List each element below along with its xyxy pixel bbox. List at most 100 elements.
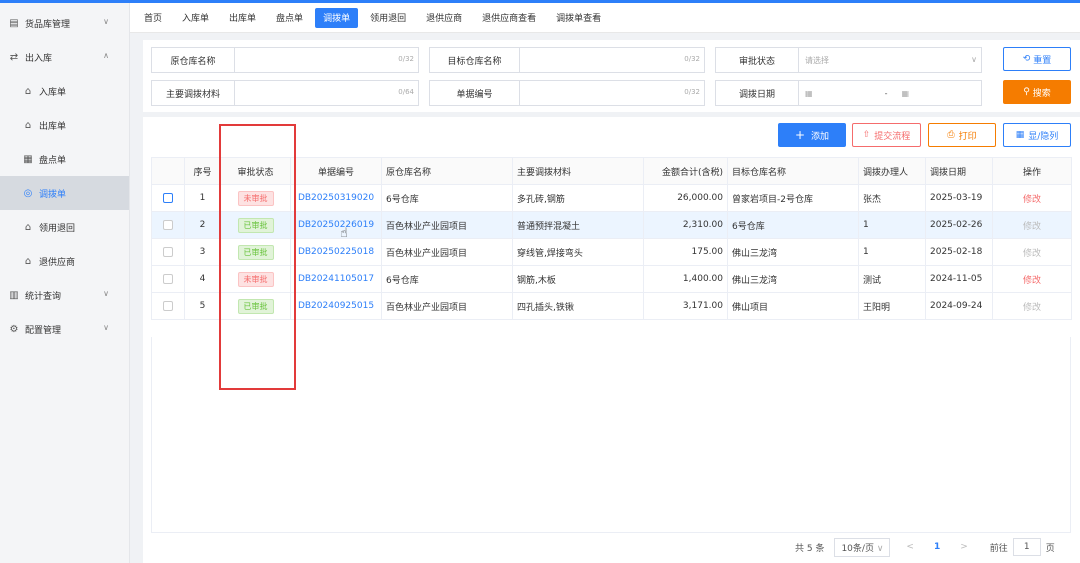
cell-src: 6号仓库 bbox=[381, 184, 513, 212]
toggle-columns-button[interactable]: ▦ 显/隐列 bbox=[1003, 123, 1071, 147]
edit-link[interactable]: 修改 bbox=[1023, 276, 1041, 286]
sidebar-item-inventory[interactable]: ▤ 货品库管理 ∨ bbox=[0, 6, 129, 40]
reset-button[interactable]: ⟲ 重置 bbox=[1003, 47, 1071, 71]
cell-src: 百色林业产业园项目 bbox=[381, 211, 513, 239]
sidebar: ▤ 货品库管理 ∨ ⇄ 出入库 ∧ ⌂ 入库单 ⌂ 出库单 ▦ 盘点单 ◎ 调拨… bbox=[0, 3, 130, 563]
checkbox-icon[interactable] bbox=[163, 246, 173, 257]
sidebar-item-label: 入库单 bbox=[39, 87, 67, 98]
total-count: 共 5 条 bbox=[795, 543, 825, 554]
material-input[interactable]: 0/64 bbox=[235, 81, 418, 105]
material-field[interactable]: 主要调拨材料 0/64 bbox=[151, 80, 419, 106]
tab-supplier-return[interactable]: 退供应商 bbox=[418, 8, 470, 28]
target-icon: ◎ bbox=[23, 187, 33, 199]
edit-link[interactable]: 修改 bbox=[1023, 249, 1041, 259]
field-label: 审批状态 bbox=[716, 48, 799, 72]
plus-icon: + bbox=[794, 128, 806, 142]
doc-no-input[interactable]: 0/32 bbox=[520, 81, 704, 105]
row-checkbox[interactable] bbox=[151, 265, 185, 293]
tab-transfer[interactable]: 调拨单 bbox=[315, 7, 359, 28]
cell-src: 百色林业产业园项目 bbox=[381, 238, 513, 266]
status-column-highlight bbox=[219, 124, 296, 390]
tab-outbound[interactable]: 出库单 bbox=[221, 8, 264, 28]
prev-page-button[interactable]: < bbox=[906, 542, 914, 552]
checkbox-icon[interactable] bbox=[163, 273, 173, 284]
add-button[interactable]: + 添加 bbox=[778, 123, 846, 147]
select-placeholder: 请选择 bbox=[805, 55, 829, 65]
checkbox-icon[interactable] bbox=[163, 219, 173, 230]
date-range-input[interactable]: ▦ - ▦ bbox=[799, 81, 981, 105]
chart-icon: ▥ bbox=[9, 289, 19, 301]
chevron-up-icon: ∧ bbox=[103, 51, 109, 60]
cell-src: 6号仓库 bbox=[381, 265, 513, 293]
sidebar-item-outbound[interactable]: ⌂ 出库单 bbox=[0, 108, 129, 142]
approval-select[interactable]: 审批状态 请选择 ∨ bbox=[715, 47, 982, 73]
tab-stocktake[interactable]: 盘点单 bbox=[268, 8, 311, 28]
approval-select-input[interactable]: 请选择 ∨ bbox=[799, 48, 981, 72]
reset-icon: ⟲ bbox=[1022, 54, 1031, 64]
tab-inbound[interactable]: 入库单 bbox=[174, 8, 217, 28]
search-button[interactable]: ⚲ 搜索 bbox=[1003, 80, 1071, 104]
header-cell: 原仓库名称 bbox=[381, 157, 513, 185]
chevron-down-icon: ∨ bbox=[876, 543, 884, 554]
row-checkbox[interactable] bbox=[151, 292, 185, 320]
edit-link[interactable]: 修改 bbox=[1023, 222, 1041, 232]
target-wh-input[interactable]: 0/32 bbox=[520, 48, 704, 72]
cell-mat: 多孔砖,钢筋 bbox=[512, 184, 644, 212]
sidebar-item-label: 领用退回 bbox=[39, 223, 76, 234]
edit-link[interactable]: 修改 bbox=[1023, 195, 1041, 205]
tab-return[interactable]: 领用退回 bbox=[362, 8, 414, 28]
sidebar-item-label: 退供应商 bbox=[39, 257, 76, 268]
grid-icon: ▦ bbox=[23, 153, 33, 165]
sidebar-item-supplier-return[interactable]: ⌂ 退供应商 bbox=[0, 244, 129, 278]
row-checkbox[interactable] bbox=[151, 238, 185, 266]
cell-dst: 佛山项目 bbox=[727, 292, 859, 320]
page-number[interactable]: 1 bbox=[934, 542, 940, 552]
field-label: 目标仓库名称 bbox=[430, 48, 520, 72]
cell-dst: 曾家岩项目-2号仓库 bbox=[727, 184, 859, 212]
tab-supplier-return-view[interactable]: 退供应商查看 bbox=[474, 8, 544, 28]
sidebar-item-transfer[interactable]: ◎ 调拨单 bbox=[0, 176, 129, 210]
target-wh-field[interactable]: 目标仓库名称 0/32 bbox=[429, 47, 705, 73]
cell-doc-link[interactable]: DB20250226019 bbox=[290, 211, 382, 239]
cell-mat: 钢筋,木板 bbox=[512, 265, 644, 293]
sidebar-item-return[interactable]: ⌂ 领用退回 bbox=[0, 210, 129, 244]
settings-icon: ⚙ bbox=[9, 323, 19, 335]
header-cell: 单据编号 bbox=[290, 157, 382, 185]
doc-no-field[interactable]: 单据编号 0/32 bbox=[429, 80, 705, 106]
sidebar-item-config[interactable]: ⚙ 配置管理 ∨ bbox=[0, 312, 129, 346]
sidebar-item-inout[interactable]: ⇄ 出入库 ∧ bbox=[0, 40, 129, 74]
cell-person: 1 bbox=[858, 211, 926, 239]
inventory-icon: ▤ bbox=[9, 17, 19, 29]
tab-home[interactable]: 首页 bbox=[136, 8, 170, 28]
source-wh-field[interactable]: 原仓库名称 0/32 bbox=[151, 47, 419, 73]
tab-transfer-view[interactable]: 调拨单查看 bbox=[548, 8, 609, 28]
cell-doc-link[interactable]: DB20241105017 bbox=[290, 265, 382, 293]
sidebar-item-stats[interactable]: ▥ 统计查询 ∨ bbox=[0, 278, 129, 312]
page-size-select[interactable]: 10条/页 ∨ bbox=[834, 537, 891, 557]
char-counter: 0/64 bbox=[398, 88, 414, 96]
row-checkbox[interactable] bbox=[151, 184, 185, 212]
submit-process-button[interactable]: ⇧ 提交流程 bbox=[852, 123, 921, 147]
row-checkbox[interactable] bbox=[151, 211, 185, 239]
sidebar-item-inbound[interactable]: ⌂ 入库单 bbox=[0, 74, 129, 108]
search-icon: ⚲ bbox=[1023, 87, 1030, 97]
cell-doc-link[interactable]: DB20250225018 bbox=[290, 238, 382, 266]
cell-doc-link[interactable]: DB20240925015 bbox=[290, 292, 382, 320]
next-page-button[interactable]: > bbox=[960, 542, 968, 552]
cell-person: 王阳明 bbox=[858, 292, 926, 320]
home-icon: ⌂ bbox=[24, 255, 32, 267]
field-label: 调拨日期 bbox=[716, 81, 799, 105]
cell-no: 2 bbox=[184, 211, 221, 239]
sidebar-item-stocktake[interactable]: ▦ 盘点单 bbox=[0, 142, 129, 176]
checkbox-icon[interactable] bbox=[163, 192, 173, 203]
date-range-field[interactable]: 调拨日期 ▦ - ▦ bbox=[715, 80, 982, 106]
print-button[interactable]: ⎙ 打印 bbox=[928, 123, 996, 147]
sidebar-item-label: 出库单 bbox=[39, 121, 67, 132]
source-wh-input[interactable]: 0/32 bbox=[235, 48, 418, 72]
cell-amt: 1,400.00 bbox=[643, 265, 728, 293]
edit-link[interactable]: 修改 bbox=[1023, 303, 1041, 313]
goto-input[interactable]: 1 bbox=[1012, 538, 1041, 556]
cell-src: 百色林业产业园项目 bbox=[381, 292, 513, 320]
cell-doc-link[interactable]: DB20250319020 bbox=[290, 184, 382, 212]
checkbox-icon[interactable] bbox=[163, 300, 173, 311]
